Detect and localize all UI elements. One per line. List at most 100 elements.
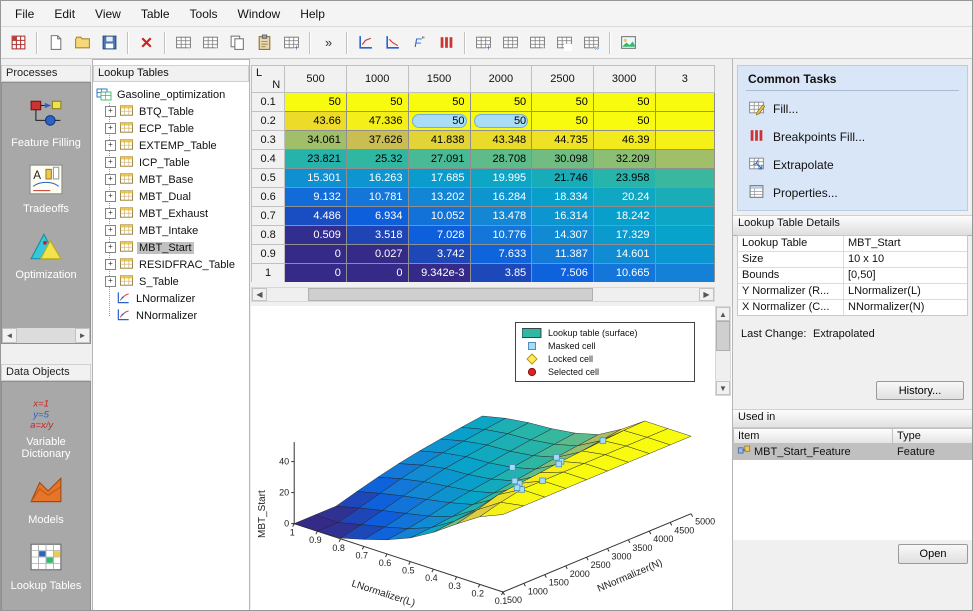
tree-node-btq_table[interactable]: +BTQ_Table [93,103,249,120]
overflow-chevron-icon[interactable]: » [315,29,342,56]
tree-node-mbt_intake[interactable]: +MBT_Intake [93,222,249,239]
grid-cell[interactable]: 34.061 [285,131,347,150]
used-in-col-item[interactable]: Item [733,428,893,444]
grid-cell-clipped[interactable] [655,264,715,283]
used-in-row[interactable]: MBT_Start_FeatureFeature [733,444,973,460]
open-button[interactable]: Open [898,544,968,564]
expand-plus-icon[interactable]: + [105,140,116,151]
grid-cell[interactable]: 10.665 [593,264,655,283]
grid-cell[interactable]: 0 [285,264,347,283]
grid-cell[interactable]: 50 [532,112,594,131]
grid-cell[interactable]: 47.336 [346,112,408,131]
grid-col-header[interactable]: 1500 [408,66,470,93]
grid-cell[interactable]: 13.202 [408,188,470,207]
grid-cell[interactable]: 11.387 [532,245,594,264]
grid-col-header[interactable]: 3000 [593,66,655,93]
grid-row-header[interactable]: 0.5 [252,169,285,188]
table-shift-icon[interactable]: ↑ [524,29,551,56]
data-object-item-lookup-tables[interactable]: Lookup Tables [2,540,90,592]
grid-cell[interactable]: 30.098 [532,150,594,169]
grid-cell-clipped[interactable] [655,188,715,207]
export-table-icon[interactable]: ↑ [197,29,224,56]
tree-node-extemp_table[interactable]: +EXTEMP_Table [93,137,249,154]
grid-cell-masked[interactable]: 50 [470,112,532,131]
grid-cell[interactable]: 50 [593,93,655,112]
grid-cell[interactable]: 18.334 [532,188,594,207]
grid-cell[interactable]: 9.342e-3 [408,264,470,283]
grid-row-header[interactable]: 1 [252,264,285,283]
process-item-tradeoffs[interactable]: ATradeoffs [2,163,90,215]
grid-cell[interactable]: 9.132 [285,188,347,207]
grid-cell[interactable]: 16.263 [346,169,408,188]
open-file-icon[interactable] [69,29,96,56]
task-breakpoints-fill[interactable]: Breakpoints Fill... [746,123,959,151]
scroll-down-icon[interactable]: ▼ [716,381,730,395]
grid-row-header[interactable]: 0.7 [252,207,285,226]
copy-table-icon[interactable] [224,29,251,56]
expand-plus-icon[interactable]: + [105,225,116,236]
expand-plus-icon[interactable]: + [105,174,116,185]
expand-plus-icon[interactable]: + [105,208,116,219]
expand-plus-icon[interactable]: + [105,157,116,168]
grid-cell[interactable]: 23.821 [285,150,347,169]
paste-table-icon[interactable] [251,29,278,56]
grid-col-header-clipped[interactable]: 3 [655,66,715,93]
delete-icon[interactable] [133,29,160,56]
menu-edit[interactable]: Edit [44,3,85,25]
grid-cell[interactable]: 41.838 [408,131,470,150]
tree-node-ecp_table[interactable]: +ECP_Table [93,120,249,137]
tree-node-residfrac_table[interactable]: +RESIDFRAC_Table [93,256,249,273]
x-normalizer-icon[interactable] [379,29,406,56]
grid-cell[interactable]: 23.958 [593,169,655,188]
tree-node-mbt_base[interactable]: +MBT_Base [93,171,249,188]
expand-plus-icon[interactable]: + [105,259,116,270]
grid-cell[interactable]: 0.509 [285,226,347,245]
grid-cell[interactable]: 0.027 [346,245,408,264]
grid-cell-clipped[interactable] [655,207,715,226]
menu-help[interactable]: Help [290,3,335,25]
table-subtract-icon[interactable]: − [497,29,524,56]
grid-cell[interactable]: 18.242 [593,207,655,226]
scroll-left-icon[interactable]: ◄ [2,328,17,343]
tree-node-mbt_start[interactable]: +MBT_Start [93,239,249,256]
expand-plus-icon[interactable]: + [105,106,116,117]
scroll-right-icon[interactable]: ▶ [699,288,714,301]
expand-plus-icon[interactable]: + [105,242,116,253]
grid-cell[interactable]: 21.746 [532,169,594,188]
expand-plus-icon[interactable]: + [105,123,116,134]
grid-cell[interactable]: 32.209 [593,150,655,169]
data-object-item-models[interactable]: Models [2,474,90,526]
grid-row-header[interactable]: 0.9 [252,245,285,264]
grid-cell[interactable]: 7.506 [532,264,594,283]
grid-cell-clipped[interactable] [655,131,715,150]
tree-node-mbt_dual[interactable]: +MBT_Dual [93,188,249,205]
tree-node-icp_table[interactable]: +ICP_Table [93,154,249,171]
task-fill[interactable]: Fill... [746,95,959,123]
import-table-icon[interactable]: ↓ [170,29,197,56]
snapshot-icon[interactable] [615,29,642,56]
duplicate-table-icon[interactable]: + [278,29,305,56]
grid-cell[interactable]: 27.091 [408,150,470,169]
table-extrapolate-icon[interactable]: » [578,29,605,56]
task-properties[interactable]: Properties... [746,179,959,207]
grid-cell[interactable]: 37.626 [346,131,408,150]
grid-cell-clipped[interactable] [655,112,715,131]
grid-cell[interactable]: 0 [285,245,347,264]
function-normalizer-icon[interactable]: F" [406,29,433,56]
grid-cell[interactable]: 50 [532,93,594,112]
menu-window[interactable]: Window [228,3,291,25]
breakpoints-fill-icon[interactable] [433,29,460,56]
save-icon[interactable] [96,29,123,56]
grid-cell[interactable]: 3.742 [408,245,470,264]
grid-cell[interactable]: 50 [470,93,532,112]
grid-cell[interactable]: 3.518 [346,226,408,245]
scrollbar-thumb[interactable] [716,321,730,351]
grid-row-header[interactable]: 0.2 [252,112,285,131]
grid-cell[interactable]: 44.735 [532,131,594,150]
table-compare-icon[interactable]: ▦ [551,29,578,56]
scroll-left-icon[interactable]: ◀ [252,288,267,301]
grid-cell[interactable]: 46.39 [593,131,655,150]
grid-cell[interactable]: 7.028 [408,226,470,245]
expand-plus-icon[interactable]: + [105,276,116,287]
y-normalizer-icon[interactable] [352,29,379,56]
